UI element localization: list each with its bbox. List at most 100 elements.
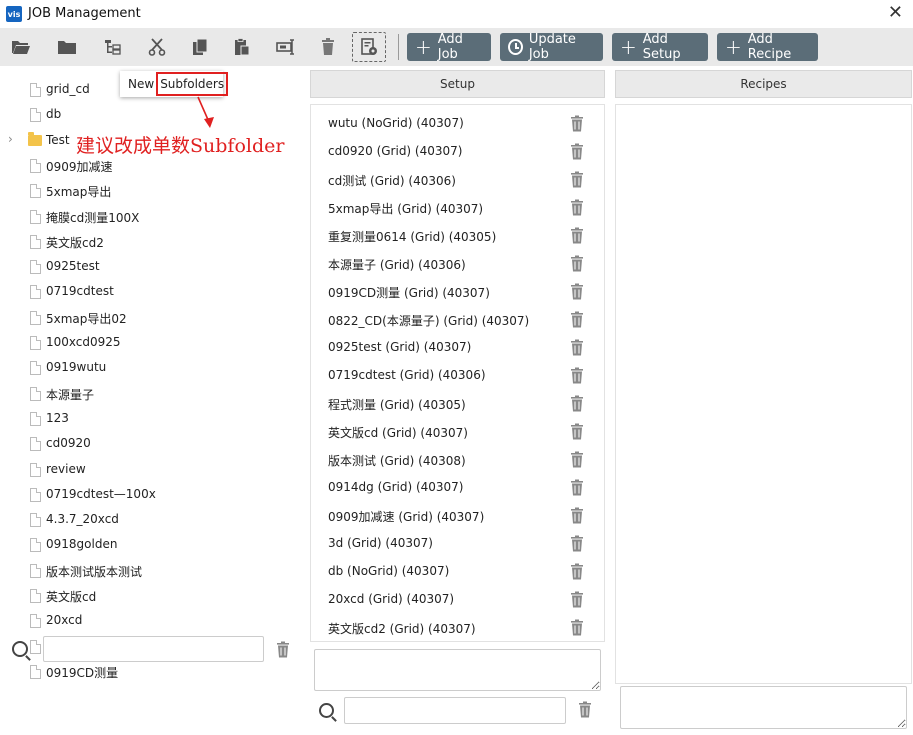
trash-icon[interactable] [570,283,584,300]
tree-item[interactable]: 20xcd [0,610,300,632]
tree-item-label: 0719cdtest [46,284,114,299]
tree-item[interactable]: review [0,459,300,481]
trash-icon[interactable] [570,395,584,412]
recipes-list [615,104,912,684]
setup-item-label: 版本测试 (Grid) (40308) [328,454,466,468]
tree-search-input[interactable] [43,636,264,662]
tree-item-label: 5xmap导出 [46,185,112,200]
setup-item[interactable]: 20xcd (Grid) (40307) [311,581,604,609]
folder-icon [28,131,42,146]
tree-item[interactable]: 0909加减速 [0,155,300,177]
trash-icon[interactable] [570,563,584,580]
delete-icon[interactable] [316,35,340,59]
tree-item[interactable]: 5xmap导出02 [0,307,300,329]
annotation-text: 建议改成单数Subfolder [76,135,285,157]
trash-icon[interactable] [570,255,584,272]
tree-item[interactable]: 0925test [0,256,300,278]
open-folder-icon[interactable] [9,35,33,59]
setup-item[interactable]: 3d (Grid) (40307) [311,525,604,553]
setup-item-label: 0925test (Grid) (40307) [328,340,472,354]
setup-item[interactable]: 0909加减速 (Grid) (40307) [311,497,604,525]
tree-item[interactable]: 100xcd0925 [0,332,300,354]
tree-item-label: review [46,461,86,476]
setup-item[interactable]: 0719cdtest (Grid) (40306) [311,357,604,385]
setup-item-label: 0719cdtest (Grid) (40306) [328,368,486,382]
tree-item-label: 掩膜cd测量100X [46,210,140,225]
trash-icon[interactable] [570,227,584,244]
tree-delete-icon[interactable] [276,641,290,661]
file-icon [30,336,41,350]
paste-icon[interactable] [230,35,254,59]
setup-item[interactable]: 版本测试 (Grid) (40308) [311,441,604,469]
setup-item[interactable]: 0822_CD(本源量子) (Grid) (40307) [311,301,604,329]
tree-item[interactable]: 本源量子 [0,383,300,405]
setup-item[interactable]: 英文版cd2 (Grid) (40307) [311,609,604,637]
setup-item[interactable]: db (NoGrid) (40307) [311,553,604,581]
copy-icon[interactable] [188,35,212,59]
setup-item[interactable]: cd0920 (Grid) (40307) [311,133,604,161]
tree-item[interactable]: 英文版cd [0,585,300,607]
add-recipe-button[interactable]: + Add Recipe [717,32,818,62]
tree-icon[interactable] [101,35,125,59]
update-job-button[interactable]: Update Job [500,32,603,62]
file-icon [30,614,41,629]
trash-icon[interactable] [570,171,584,188]
setup-item[interactable]: 本源量子 (Grid) (40306) [311,245,604,273]
close-button[interactable]: ✕ [888,3,903,23]
tree-item[interactable]: 掩膜cd测量100X [0,206,300,228]
tree-item[interactable]: 0918golden [0,534,300,556]
tree-item[interactable]: db [0,104,300,126]
setup-item[interactable]: 重复测量0614 (Grid) (40305) [311,217,604,245]
add-job-button[interactable]: + Add Job [407,32,491,62]
trash-icon[interactable] [570,451,584,468]
setup-item-label: 20xcd (Grid) (40307) [328,592,455,606]
tree-item[interactable]: 0919wutu [0,357,300,379]
trash-icon[interactable] [570,423,584,440]
trash-icon[interactable] [570,367,584,384]
setup-item[interactable]: 0919CD测量 (Grid) (40307) [311,273,604,301]
setup-item[interactable]: wutu (NoGrid) (40307) [311,105,604,133]
setup-notes-field[interactable] [314,649,601,691]
file-icon [30,538,41,553]
folder-icon[interactable] [55,35,79,59]
tree-item[interactable]: 0919CD测量 [0,661,300,683]
setup-delete-icon[interactable] [578,701,592,721]
file-icon [30,285,41,300]
trash-icon[interactable] [570,535,584,552]
tree-item[interactable]: 0719cdtest—100x [0,484,300,506]
tree-item-label: 5xmap导出02 [46,311,127,326]
setup-item[interactable]: 0925test (Grid) (40307) [311,329,604,357]
chevron-right-icon[interactable]: › [8,132,13,146]
document-settings-icon[interactable] [352,32,386,62]
setup-item-label: 英文版cd (Grid) (40307) [328,426,468,440]
setup-search-input[interactable] [344,697,566,724]
setup-item[interactable]: 0914dg (Grid) (40307) [311,469,604,497]
setup-item[interactable]: 英文版cd (Grid) (40307) [311,413,604,441]
tree-item[interactable]: 123 [0,408,300,430]
setup-item[interactable]: 5xmap导出 (Grid) (40307) [311,189,604,217]
tree-item[interactable]: cd0920 [0,433,300,455]
rename-icon[interactable] [274,35,298,59]
tree-item[interactable]: 4.3.7_20xcd [0,509,300,531]
trash-icon[interactable] [570,115,584,132]
recipes-notes-field[interactable] [620,686,907,729]
file-icon [30,462,41,477]
tree-item[interactable]: 版本测试版本测试 [0,560,300,582]
cut-icon[interactable] [145,35,169,59]
tree-item[interactable]: 英文版cd2 [0,231,300,253]
tree-item[interactable]: 0719cdtest [0,281,300,303]
trash-icon[interactable] [570,143,584,160]
tree-item[interactable]: 5xmap导出 [0,180,300,202]
setup-item[interactable]: 程式测量 (Grid) (40305) [311,385,604,413]
trash-icon[interactable] [570,339,584,356]
trash-icon[interactable] [570,507,584,524]
trash-icon[interactable] [570,479,584,496]
trash-icon[interactable] [570,591,584,608]
setup-item[interactable]: cd测试 (Grid) (40306) [311,161,604,189]
add-setup-button[interactable]: + Add Setup [612,32,708,62]
trash-icon[interactable] [570,619,584,636]
file-icon [30,310,41,325]
trash-icon[interactable] [570,199,584,216]
setup-item-label: 0822_CD(本源量子) (Grid) (40307) [328,314,530,328]
trash-icon[interactable] [570,311,584,328]
